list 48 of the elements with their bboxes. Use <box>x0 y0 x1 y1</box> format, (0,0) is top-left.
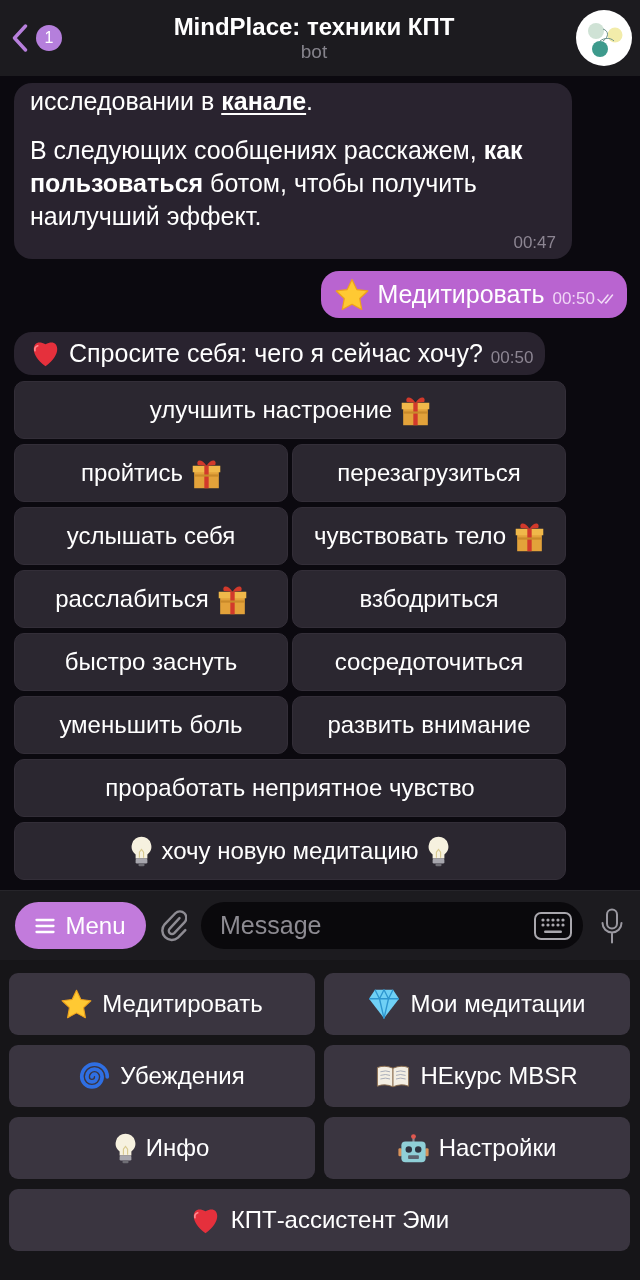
keyboard-button[interactable]: расслабиться <box>14 570 288 628</box>
keyboard-button[interactable]: НЕкурс MBSR <box>324 1045 630 1107</box>
keyboard-button[interactable]: Убеждения <box>9 1045 315 1107</box>
back-button[interactable] <box>10 22 30 54</box>
keyboard-button[interactable]: Медитировать <box>9 973 315 1035</box>
microphone-icon[interactable] <box>600 907 624 944</box>
avatar-icon[interactable] <box>576 10 632 66</box>
message-time: 00:50 <box>490 348 534 368</box>
menu-icon <box>35 917 56 934</box>
keyboard-button[interactable]: улучшить настроение <box>14 381 566 439</box>
keyboard-button[interactable]: КПТ-ассистент Эми <box>9 1189 630 1251</box>
keyboard-button[interactable]: перезагрузиться <box>292 444 566 502</box>
star-icon <box>335 278 370 311</box>
keyboard-button[interactable]: взбодриться <box>292 570 566 628</box>
robot-icon <box>397 1133 429 1163</box>
keyboard-button[interactable]: пройтись <box>14 444 288 502</box>
message-time: 00:47 <box>513 233 556 253</box>
chevron-left-icon <box>12 24 28 52</box>
keyboard-button[interactable]: чувствовать тело <box>292 507 566 565</box>
lightbulb-icon <box>114 1132 136 1164</box>
message-text: В следующих сообщениях расскажем, как пользоваться ботом, чтобы получить наилучший эффект. <box>30 135 524 232</box>
keyboard-button[interactable]: сосредоточиться <box>292 633 566 691</box>
keyboard-button[interactable]: хочу новую медитацию <box>14 822 566 880</box>
spiral-icon <box>79 1062 111 1090</box>
diamond-icon <box>368 989 401 1019</box>
keyboard-button[interactable]: услышать себя <box>14 507 288 565</box>
paperclip-icon[interactable] <box>161 908 187 943</box>
message-input[interactable]: Message <box>201 902 583 949</box>
lightbulb-icon <box>131 835 153 867</box>
channel-link[interactable]: канале <box>221 87 307 115</box>
message-time: 00:50 <box>552 289 595 309</box>
keyboard-button[interactable]: быстро заснуть <box>14 633 288 691</box>
chat-subtitle: bot <box>300 41 328 63</box>
open-book-icon <box>376 1064 411 1088</box>
keyboard-button[interactable]: проработать неприятное чувство <box>14 759 566 817</box>
chat-title: MindPlace: техники КПТ <box>173 13 455 41</box>
keyboard-button[interactable]: Настройки <box>324 1117 630 1179</box>
star-icon <box>61 989 93 1019</box>
keyboard-button[interactable]: развить внимание <box>292 696 566 754</box>
keyboard-button[interactable]: Инфо <box>9 1117 315 1179</box>
message-text: исследовании в канале. <box>30 86 315 117</box>
unread-badge: 1 <box>36 25 62 51</box>
message-text: Спросите себя: чего я сейчас хочу? <box>69 338 483 369</box>
keyboard-button[interactable]: уменьшить боль <box>14 696 288 754</box>
lightbulb-icon <box>427 835 449 867</box>
keyboard-icon[interactable] <box>534 912 572 940</box>
keyboard-button[interactable]: Мои медитации <box>324 973 630 1035</box>
message-text: Медитировать <box>377 279 545 310</box>
